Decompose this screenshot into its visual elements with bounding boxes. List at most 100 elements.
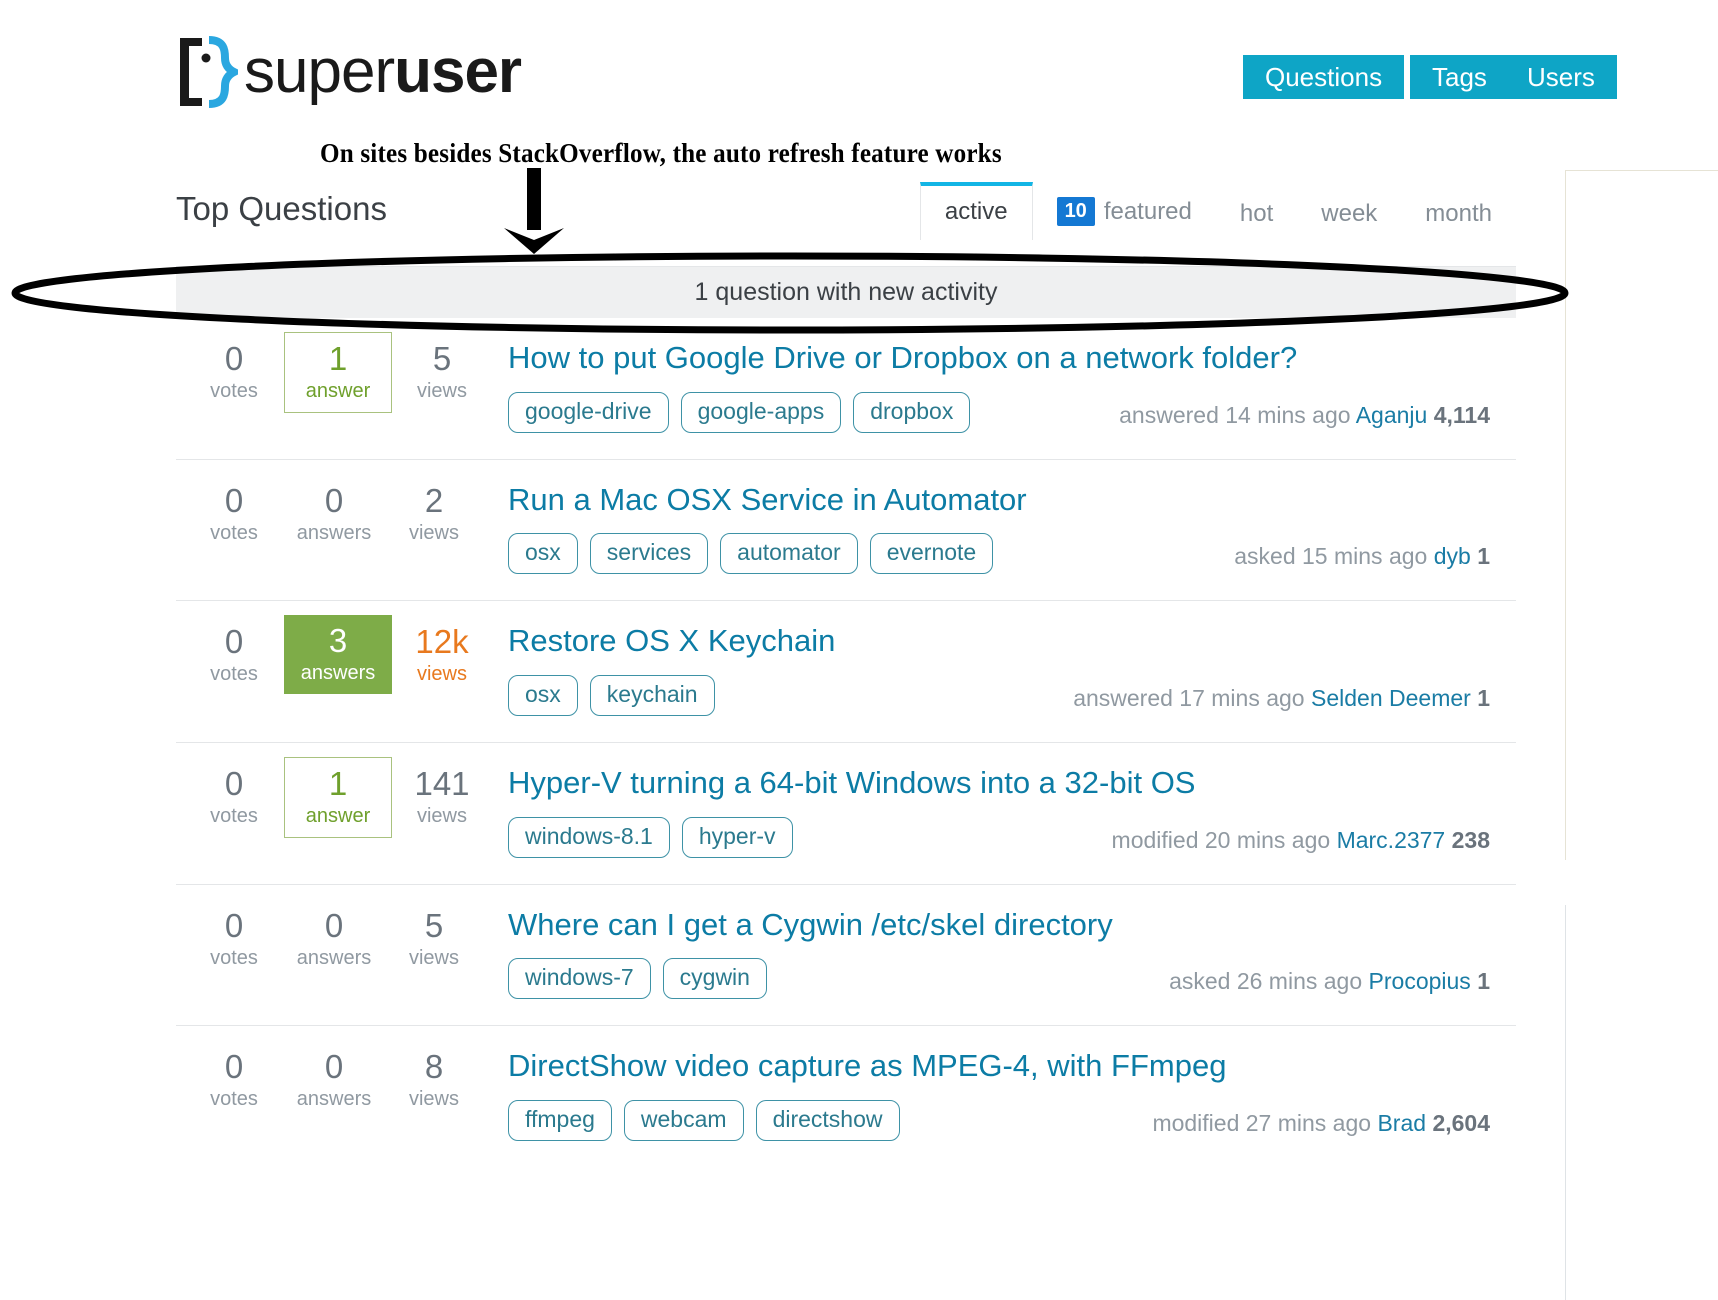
tab-month-label: month: [1425, 200, 1492, 227]
question-list: 0 votes 1 answer 5 views How to put Google Dri…: [176, 318, 1516, 1167]
question-meta: modified 27 mins ago Brad 2,604: [1152, 1110, 1490, 1137]
meta-user-link[interactable]: Aganju: [1356, 402, 1428, 428]
tag-chip[interactable]: webcam: [623, 1099, 744, 1141]
question-row: 0 votes 3 answers 12k views Restore OS X Keych…: [176, 601, 1516, 743]
question-meta: asked 15 mins ago dyb 1: [1234, 543, 1490, 570]
site-logo[interactable]: superuser: [176, 36, 522, 108]
tag-chip[interactable]: osx: [508, 533, 578, 575]
tag-chip[interactable]: google-drive: [508, 391, 669, 433]
page-title: Top Questions: [176, 190, 387, 227]
votes-count: 0: [224, 623, 244, 661]
votes-label: votes: [210, 663, 258, 686]
tag-chip[interactable]: services: [589, 533, 709, 575]
views-count: 141: [414, 764, 470, 802]
meta-user-link[interactable]: Brad: [1377, 1110, 1426, 1136]
votes-count: 0: [224, 481, 244, 519]
nav-users-button[interactable]: Users: [1505, 55, 1617, 99]
question-stats: 0 votes 1 answer 141 views: [184, 756, 504, 838]
votes-count: 0: [224, 764, 244, 802]
tag-chip[interactable]: directshow: [755, 1099, 900, 1141]
sidebar-panel-top: [1565, 170, 1718, 860]
views-count: 8: [424, 1048, 444, 1086]
views-stat: 141 views: [392, 765, 492, 838]
tag-chip[interactable]: windows-7: [508, 958, 651, 1000]
question-title-link[interactable]: Hyper-V turning a 64-bit Windows into a …: [508, 765, 1516, 801]
question-title-link[interactable]: Run a Mac OSX Service in Automator: [508, 482, 1516, 518]
views-label: views: [408, 521, 459, 544]
question-meta: answered 14 mins ago Aganju 4,114: [1119, 402, 1490, 429]
views-count: 5: [424, 906, 444, 944]
tag-chip[interactable]: evernote: [869, 533, 994, 575]
site-header: superuser Questions Tags Users: [0, 0, 1718, 130]
meta-user-reputation: 2,604: [1432, 1109, 1490, 1136]
meta-user-reputation: 1: [1477, 968, 1490, 995]
question-row: 0 votes 0 answers 8 views DirectShow video cap…: [176, 1026, 1516, 1167]
answers-stat: 0 answers: [284, 1048, 384, 1111]
answers-count: 0: [324, 1048, 344, 1086]
tab-week[interactable]: week: [1297, 202, 1401, 240]
tab-month[interactable]: month: [1401, 202, 1516, 240]
question-stats: 0 votes 0 answers 2 views: [184, 482, 504, 545]
question-title-link[interactable]: DirectShow video capture as MPEG-4, with…: [508, 1048, 1516, 1084]
logo-light-text: super: [244, 37, 395, 106]
tab-active-label: active: [944, 198, 1008, 225]
votes-stat: 0 votes: [184, 907, 284, 970]
views-label: views: [408, 946, 459, 969]
nav-questions-button[interactable]: Questions: [1243, 55, 1405, 99]
tab-featured[interactable]: 10 featured: [1033, 197, 1216, 240]
tab-active[interactable]: active: [919, 182, 1033, 240]
tab-hot[interactable]: hot: [1216, 202, 1297, 240]
superuser-bracket-face-icon: [176, 36, 243, 108]
logo-bold-text: user: [394, 37, 522, 106]
votes-stat: 0 votes: [184, 623, 284, 694]
meta-action: asked 15 mins ago: [1234, 543, 1428, 570]
meta-user-link[interactable]: Procopius: [1369, 968, 1471, 994]
tag-chip[interactable]: cygwin: [662, 958, 767, 1000]
votes-label: votes: [210, 379, 258, 402]
tag-chip[interactable]: google-apps: [680, 391, 842, 433]
answers-label: answer: [305, 379, 371, 402]
meta-user-link[interactable]: Marc.2377: [1337, 827, 1446, 853]
answers-count: 0: [324, 481, 344, 519]
question-stats: 0 votes 1 answer 5 views: [184, 332, 504, 413]
votes-stat: 0 votes: [184, 765, 284, 838]
votes-count: 0: [224, 1048, 244, 1086]
question-stats: 0 votes 0 answers 8 views: [184, 1048, 504, 1111]
meta-user-link[interactable]: dyb: [1434, 543, 1471, 569]
views-count: 12k: [415, 623, 469, 661]
answers-label: answers: [296, 946, 372, 969]
tag-chip[interactable]: hyper-v: [681, 816, 793, 858]
answers-count: 3: [328, 622, 348, 660]
views-stat: 5 views: [384, 907, 484, 970]
tag-chip[interactable]: automator: [720, 533, 858, 575]
answers-stat: 0 answers: [284, 482, 384, 545]
featured-count-badge: 10: [1056, 197, 1095, 226]
question-title-link[interactable]: How to put Google Drive or Dropbox on a …: [508, 340, 1516, 376]
tag-chip[interactable]: dropbox: [853, 391, 971, 433]
answers-label: answer: [305, 804, 371, 827]
new-activity-banner[interactable]: 1 question with new activity: [176, 266, 1516, 318]
tag-chip[interactable]: osx: [508, 674, 578, 716]
question-title-link[interactable]: Restore OS X Keychain: [508, 623, 1516, 659]
answers-label: answers: [300, 662, 376, 685]
tag-chip[interactable]: windows-8.1: [508, 816, 670, 858]
tab-week-label: week: [1321, 200, 1378, 227]
question-row: 0 votes 0 answers 5 views Where can I get a Cy…: [176, 885, 1516, 1027]
answers-count: 0: [324, 906, 344, 944]
views-stat: 12k views: [392, 623, 492, 694]
votes-stat: 0 votes: [184, 482, 284, 545]
sidebar-panel-bottom: [1565, 905, 1718, 1300]
answers-stat: 1 answer: [284, 756, 392, 838]
answers-stat: 1 answer: [284, 332, 392, 413]
question-row: 0 votes 1 answer 5 views How to put Google Dri…: [176, 318, 1516, 460]
nav-tags-button[interactable]: Tags: [1410, 55, 1509, 99]
tag-chip[interactable]: ffmpeg: [508, 1099, 612, 1141]
question-title-link[interactable]: Where can I get a Cygwin /etc/skel direc…: [508, 907, 1516, 943]
meta-user-reputation: 238: [1451, 826, 1490, 853]
votes-stat: 0 votes: [184, 340, 284, 413]
meta-action: modified 20 mins ago: [1111, 826, 1331, 853]
meta-user-link[interactable]: Selden Deemer: [1311, 685, 1471, 711]
tag-chip[interactable]: keychain: [589, 674, 715, 716]
answers-stat: 3 answers: [284, 615, 392, 695]
votes-label: votes: [210, 521, 258, 544]
